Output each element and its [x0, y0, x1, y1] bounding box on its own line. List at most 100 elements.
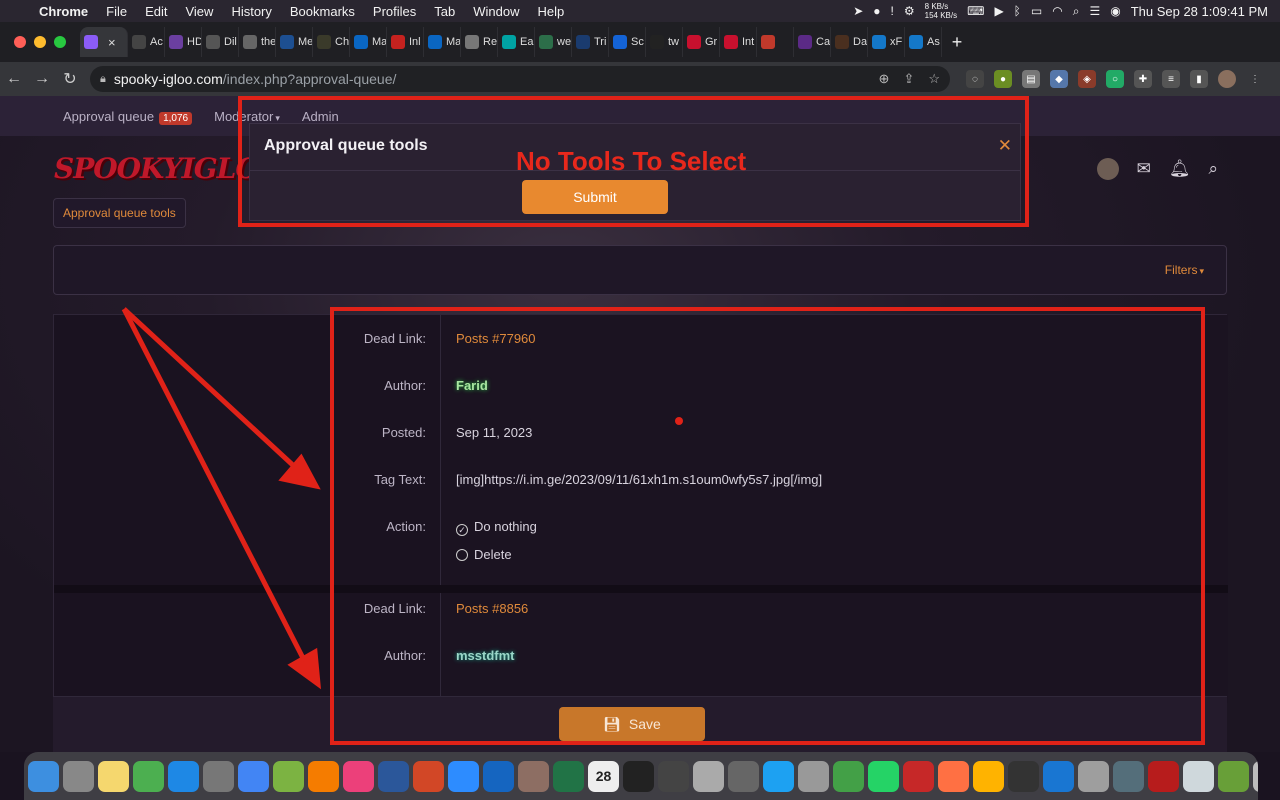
browser-tab[interactable]: HD: [165, 27, 202, 57]
reading-list-icon[interactable]: ≡: [1162, 70, 1180, 88]
menu-tab[interactable]: Tab: [425, 4, 464, 19]
obd-icon[interactable]: [1008, 760, 1039, 792]
preview-icon[interactable]: [693, 760, 724, 792]
side-panel-icon[interactable]: ▮: [1190, 70, 1208, 88]
approval-queue-link[interactable]: Approval queue 1,076: [63, 109, 193, 125]
quicktime-icon[interactable]: [1113, 760, 1144, 792]
siri-icon[interactable]: ◉: [1110, 4, 1120, 18]
browser-tab[interactable]: Gr: [683, 27, 720, 57]
browser-tab[interactable]: Ma: [350, 27, 387, 57]
minimize-window-icon[interactable]: [34, 36, 46, 48]
search-icon[interactable]: ⌕: [1208, 159, 1218, 179]
share-icon[interactable]: ⇪: [903, 71, 914, 87]
extension-norton-icon[interactable]: ●: [994, 70, 1012, 88]
user-avatar[interactable]: [1096, 158, 1119, 180]
reload-icon[interactable]: ↻: [56, 69, 84, 89]
menu-chrome[interactable]: Chrome: [30, 4, 97, 19]
search-icon[interactable]: ⌕: [1073, 4, 1080, 19]
settings-icon[interactable]: [203, 760, 234, 792]
bell-icon[interactable]: 🔔︎: [1169, 159, 1191, 179]
extension-shield-icon[interactable]: ◆: [1050, 70, 1068, 88]
browser-tab[interactable]: Ea: [498, 27, 535, 57]
wifi-icon[interactable]: ◠: [1052, 4, 1062, 18]
profile-avatar[interactable]: [1218, 70, 1236, 88]
maps-icon[interactable]: [133, 760, 164, 792]
fruit-icon[interactable]: [938, 760, 969, 792]
menu-history[interactable]: History: [222, 4, 280, 19]
norton-status-icon[interactable]: ●: [873, 4, 880, 18]
browser-tab[interactable]: Da: [831, 27, 868, 57]
bookmark-star-icon[interactable]: ☆: [928, 71, 940, 87]
browser-tab[interactable]: Ch: [313, 27, 350, 57]
browser-tab[interactable]: we: [535, 27, 572, 57]
menu-view[interactable]: View: [176, 4, 222, 19]
clock[interactable]: Thu Sep 28 1:09:41 PM: [1131, 4, 1268, 19]
browser-tab[interactable]: Sc: [609, 27, 646, 57]
finder-icon[interactable]: [28, 760, 59, 792]
browser-tab[interactable]: Ca: [794, 27, 831, 57]
fullscreen-window-icon[interactable]: [54, 36, 66, 48]
notes-icon[interactable]: [98, 760, 129, 792]
browser-tab[interactable]: Tri: [572, 27, 609, 57]
browser-tab[interactable]: Ma: [424, 27, 461, 57]
mail-icon[interactable]: ✉: [1137, 159, 1151, 179]
bluetooth-icon[interactable]: ᛒ: [1014, 4, 1021, 18]
browser-tab[interactable]: Me: [276, 27, 313, 57]
calculator-icon[interactable]: [728, 760, 759, 792]
close-tab-icon[interactable]: ×: [108, 35, 116, 50]
browser-tab[interactable]: [757, 27, 794, 57]
extension-circle-icon[interactable]: ○: [1106, 70, 1124, 88]
antivirus-icon[interactable]: [903, 760, 934, 792]
new-tab-button[interactable]: +: [942, 32, 972, 53]
back-icon[interactable]: ←: [0, 70, 28, 88]
iptv-icon[interactable]: [483, 760, 514, 792]
chrome-icon[interactable]: [238, 760, 269, 792]
browser-tab[interactable]: Int: [720, 27, 757, 57]
excel-icon[interactable]: [553, 760, 584, 792]
control-center-icon[interactable]: ☰: [1089, 4, 1100, 18]
imovie-icon[interactable]: [658, 760, 689, 792]
filezilla-icon[interactable]: [1148, 760, 1179, 792]
menu-window[interactable]: Window: [464, 4, 528, 19]
extension-ublock-icon[interactable]: ◈: [1078, 70, 1096, 88]
address-bar[interactable]: 🔒︎ spooky-igloo.com/index.php?approval-q…: [90, 66, 950, 92]
keyboard-icon[interactable]: ⌨: [967, 4, 984, 18]
powerpoint-icon[interactable]: [413, 760, 444, 792]
browser-tab[interactable]: Inl: [387, 27, 424, 57]
zoom-icon[interactable]: ⊕: [879, 71, 890, 87]
messages-icon[interactable]: [833, 760, 864, 792]
browser-tab[interactable]: tw: [646, 27, 683, 57]
filters-dropdown[interactable]: Filters ▾: [1165, 263, 1204, 277]
gear-icon[interactable]: ⚙: [904, 4, 915, 18]
forward-icon[interactable]: →: [28, 70, 56, 88]
menu-kebab-icon[interactable]: ⋮: [1246, 70, 1264, 88]
extensions-puzzle-icon[interactable]: ✚: [1134, 70, 1152, 88]
whatsapp-icon[interactable]: [868, 760, 899, 792]
browser-tab[interactable]: Dil: [202, 27, 239, 57]
extension-sync-icon[interactable]: ◌: [966, 70, 984, 88]
menu-help[interactable]: Help: [529, 4, 574, 19]
browser-tab[interactable]: As: [905, 27, 942, 57]
browser-tab[interactable]: the: [239, 27, 276, 57]
norton2-icon[interactable]: [1218, 760, 1249, 792]
browser-tab[interactable]: ×: [80, 27, 128, 57]
alert-icon[interactable]: !: [891, 4, 894, 18]
battery-icon[interactable]: ▭: [1031, 4, 1042, 18]
appstore-icon[interactable]: [168, 760, 199, 792]
vlc-icon[interactable]: [308, 760, 339, 792]
terminal-icon[interactable]: [623, 760, 654, 792]
location-icon[interactable]: ➤: [853, 4, 863, 18]
word-icon[interactable]: [378, 760, 409, 792]
norton-icon[interactable]: [273, 760, 304, 792]
screenshot-icon[interactable]: [798, 760, 829, 792]
zoom-icon[interactable]: [448, 760, 479, 792]
mail-icon[interactable]: [1183, 760, 1214, 792]
extension-print-icon[interactable]: ▤: [1022, 70, 1040, 88]
tool-icon[interactable]: [518, 760, 549, 792]
approval-queue-tools-tab[interactable]: Approval queue tools: [53, 198, 186, 228]
trash-icon[interactable]: [1253, 760, 1258, 792]
menu-file[interactable]: File: [97, 4, 136, 19]
play-icon[interactable]: ▶: [994, 4, 1003, 18]
browser-tab[interactable]: Ac: [128, 27, 165, 57]
menu-bookmarks[interactable]: Bookmarks: [281, 4, 364, 19]
